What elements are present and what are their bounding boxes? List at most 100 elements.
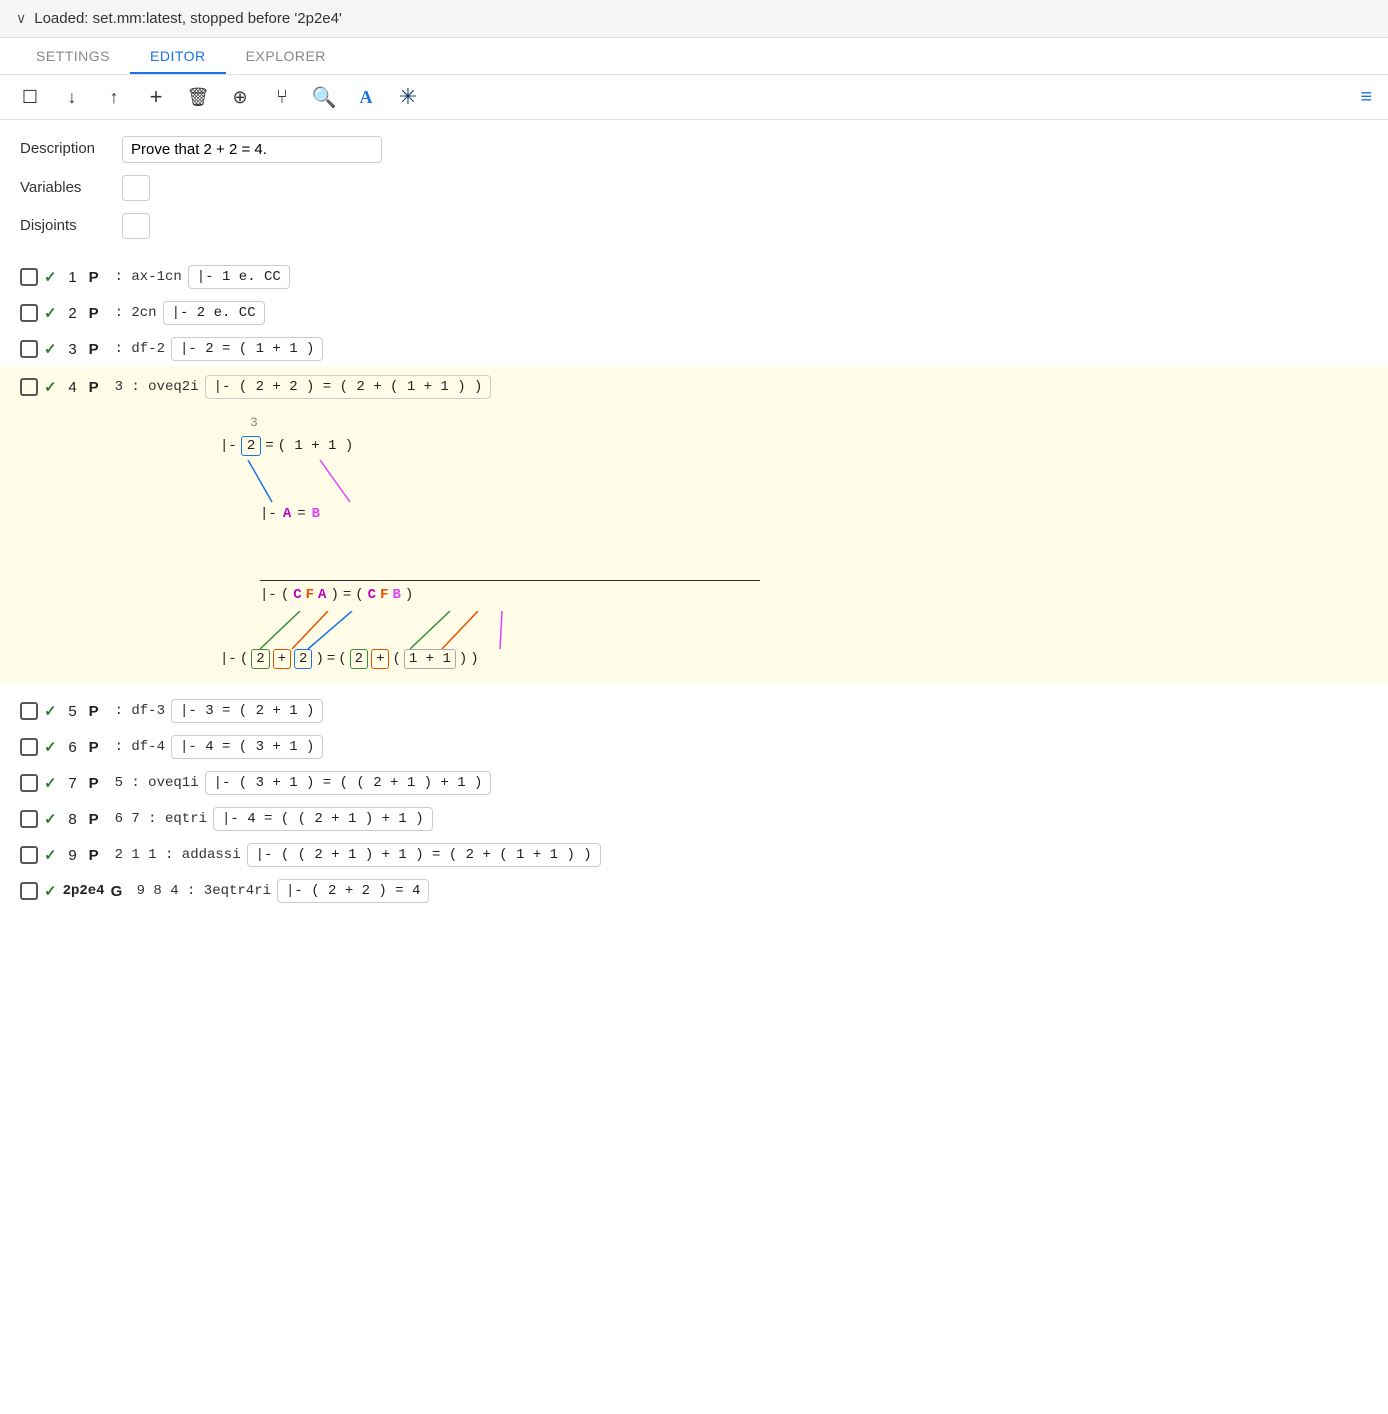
conc-open2: (	[355, 587, 363, 603]
conc-close2: )	[405, 587, 413, 603]
step-1-ref: : ax-1cn	[115, 269, 182, 285]
step-9-ref: 2 1 1 : addassi	[115, 847, 241, 863]
step-6-checkbox[interactable]	[20, 738, 38, 756]
delete-icon[interactable]: 🗑	[184, 83, 212, 111]
step-1-type: P	[89, 269, 109, 286]
step-8-check: ✓	[44, 810, 57, 828]
disjoints-label: Disjoints	[20, 213, 110, 234]
step-row-4: ✓ 4 P 3 : oveq2i |- ( 2 + 2 ) = ( 2 + ( …	[0, 367, 1388, 407]
inst-open: (	[240, 651, 248, 667]
conc-var-F2: F	[380, 587, 388, 603]
conc-var-F: F	[306, 587, 314, 603]
plus-icon[interactable]: +	[142, 83, 170, 111]
diagram-hypothesis: |- A = B	[260, 506, 320, 522]
step-6-formula: |- 4 = ( 3 + 1 )	[171, 735, 323, 759]
hyp-turnstile: |-	[260, 506, 277, 522]
step-9-num: 9	[63, 847, 83, 864]
premise-rest: ( 1 + 1 )	[278, 438, 354, 454]
step-row-2: ✓ 2 P : 2cn |- 2 e. CC	[20, 295, 1368, 331]
step-7-checkbox[interactable]	[20, 774, 38, 792]
step-3-num: 3	[63, 341, 83, 358]
diagram-row-premise: |- 2 = ( 1 + 1 )	[220, 436, 1368, 456]
step-2-checkbox[interactable]	[20, 304, 38, 322]
inst-plus-orange2: +	[371, 649, 389, 669]
conc-var-C: C	[293, 587, 301, 603]
step-2-type: P	[89, 305, 109, 322]
step-7-formula: |- ( 3 + 1 ) = ( ( 2 + 1 ) + 1 )	[205, 771, 492, 795]
down-arrow-icon[interactable]: ↓	[58, 83, 86, 111]
step-3-checkbox[interactable]	[20, 340, 38, 358]
search-icon[interactable]: 🔍	[310, 83, 338, 111]
step-5-formula: |- 3 = ( 2 + 1 )	[171, 699, 323, 723]
conc-open: (	[281, 587, 289, 603]
step-1-check: ✓	[44, 268, 57, 286]
description-input[interactable]	[122, 136, 382, 163]
step-2-num: 2	[63, 305, 83, 322]
step-9-type: P	[89, 847, 109, 864]
step-6-type: P	[89, 739, 109, 756]
description-label: Description	[20, 136, 110, 157]
conc-close: )	[330, 587, 338, 603]
inst-close: )	[315, 651, 323, 667]
step-g-num: 2p2e4	[63, 883, 105, 899]
step-3-check: ✓	[44, 340, 57, 358]
circle-plus-icon[interactable]: ⊕	[226, 83, 254, 111]
step-1-formula: |- 1 e. CC	[188, 265, 290, 289]
inst-paren2: )	[459, 651, 467, 667]
step-8-ref: 6 7 : eqtri	[115, 811, 207, 827]
inst-2-green2: 2	[350, 649, 368, 669]
step-5-ref: : df-3	[115, 703, 165, 719]
font-icon[interactable]: A	[352, 83, 380, 111]
inst-open2: (	[338, 651, 346, 667]
diagram-instantiated-container: |- ( 2 + 2 ) = ( 2 + ( 1 + 1 ) )	[220, 611, 1368, 671]
header-title: Loaded: set.mm:latest, stopped before '2…	[34, 10, 342, 27]
diagram-ref-3: 3	[250, 415, 1368, 430]
step-5-checkbox[interactable]	[20, 702, 38, 720]
inst-eq: =	[327, 651, 335, 667]
chevron-icon[interactable]: ∨	[16, 10, 26, 27]
step-4-num: 4	[63, 379, 83, 396]
step-1-checkbox[interactable]	[20, 268, 38, 286]
step-6-num: 6	[63, 739, 83, 756]
inst-turnstile: |-	[220, 651, 237, 667]
network-icon[interactable]: ✳	[394, 83, 422, 111]
step-g-ref: 9 8 4 : 3eqtr4ri	[137, 883, 271, 899]
diagram-instantiated-formula: |- ( 2 + 2 ) = ( 2 + ( 1 + 1 ) )	[220, 649, 479, 669]
step-g-checkbox[interactable]	[20, 882, 38, 900]
variables-label: Variables	[20, 175, 110, 196]
step-2-formula: |- 2 e. CC	[163, 301, 265, 325]
inst-2-blue: 2	[294, 649, 312, 669]
checkbox-icon[interactable]: ☐	[16, 83, 44, 111]
inst-2-green: 2	[251, 649, 269, 669]
step-row-6: ✓ 6 P : df-4 |- 4 = ( 3 + 1 )	[20, 729, 1368, 765]
toolbar: ☐ ↓ ↑ + 🗑 ⊕ ⑂ 🔍 A ✳ ≡	[0, 75, 1388, 120]
step-8-num: 8	[63, 811, 83, 828]
conc-var-C2: C	[368, 587, 376, 603]
step-9-check: ✓	[44, 846, 57, 864]
tab-settings[interactable]: SETTINGS	[16, 38, 130, 74]
step-g-check: ✓	[44, 882, 57, 900]
diagram-divider	[260, 580, 760, 581]
inst-close2: )	[470, 651, 478, 667]
tabs-bar: SETTINGS EDITOR EXPLORER	[0, 38, 1388, 75]
step-1-num: 1	[63, 269, 83, 286]
hamburger-menu[interactable]: ≡	[1360, 86, 1372, 109]
conc-eq: =	[343, 587, 351, 603]
step-2-check: ✓	[44, 304, 57, 322]
step-4-checkbox[interactable]	[20, 378, 38, 396]
tab-explorer[interactable]: EXPLORER	[226, 38, 346, 74]
step-row-2p2e4: ✓ 2p2e4 G 9 8 4 : 3eqtr4ri |- ( 2 + 2 ) …	[20, 873, 1368, 909]
hyp-eq: =	[297, 506, 305, 522]
step-5-type: P	[89, 703, 109, 720]
step-row-9: ✓ 9 P 2 1 1 : addassi |- ( ( 2 + 1 ) + 1…	[20, 837, 1368, 873]
fork-icon[interactable]: ⑂	[268, 83, 296, 111]
step-8-checkbox[interactable]	[20, 810, 38, 828]
step-row-1: ✓ 1 P : ax-1cn |- 1 e. CC	[20, 259, 1368, 295]
conc-var-A: A	[318, 587, 326, 603]
premise-eq: =	[265, 438, 273, 454]
tab-editor[interactable]: EDITOR	[130, 38, 226, 74]
step-9-checkbox[interactable]	[20, 846, 38, 864]
up-arrow-icon[interactable]: ↑	[100, 83, 128, 111]
step-4-formula: |- ( 2 + 2 ) = ( 2 + ( 1 + 1 ) )	[205, 375, 492, 399]
steps-container: ✓ 1 P : ax-1cn |- 1 e. CC ✓ 2 P : 2cn |-…	[20, 259, 1368, 909]
